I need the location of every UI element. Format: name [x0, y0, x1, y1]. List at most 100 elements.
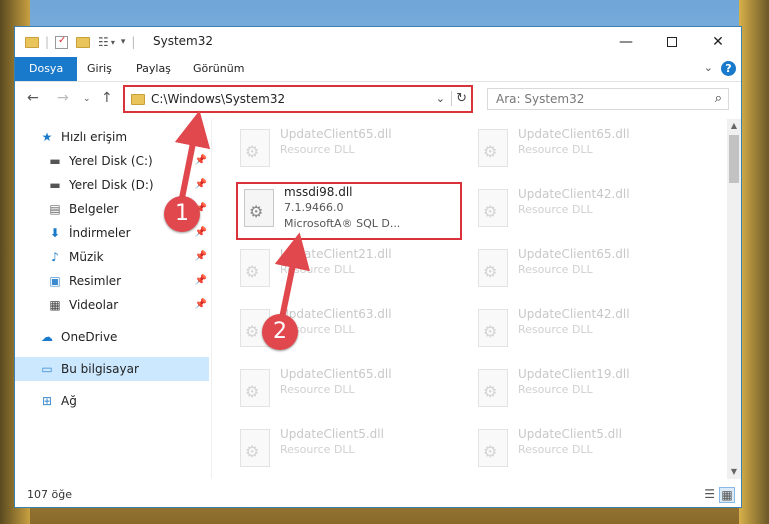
- close-button[interactable]: ✕: [695, 27, 741, 57]
- file-name: UpdateClient63.dll: [280, 307, 392, 321]
- tiles-view-icon[interactable]: ▦: [719, 487, 735, 503]
- scroll-thumb[interactable]: [729, 135, 739, 183]
- network-icon: ⊞: [41, 394, 53, 408]
- folder-icon: [25, 36, 39, 48]
- ribbon: Dosya Giriş Paylaş Görünüm ⌄ ?: [15, 57, 741, 82]
- star-icon: ★: [41, 130, 53, 144]
- pin-icon[interactable]: 📌: [195, 173, 207, 197]
- sidebar-item-pictures[interactable]: ▣ Resimler 📌: [47, 269, 211, 293]
- sidebar-item-drive-d[interactable]: ▬ Yerel Disk (D:) 📌: [47, 173, 211, 197]
- qat-menu-icon[interactable]: ▾: [121, 37, 126, 47]
- vertical-scrollbar[interactable]: ▲ ▼: [727, 119, 741, 479]
- file-tile[interactable]: ⚙ UpdateClient21.dll Resource DLL: [232, 241, 452, 297]
- address-bar[interactable]: C:\Windows\System32 ⌄ ↻: [123, 85, 473, 113]
- back-button[interactable]: ←: [27, 90, 39, 106]
- file-tile[interactable]: ⚙ UpdateClient65.dll Resource DLL: [470, 121, 690, 177]
- explorer-window: | ✓ ☷ ▾ ▾ | System32 — ✕ Dosya Giriş Pay…: [14, 26, 742, 508]
- file-name: UpdateClient65.dll: [518, 127, 630, 141]
- file-tile[interactable]: ⚙ UpdateClient65.dll Resource DLL: [232, 361, 452, 417]
- computer-icon: ▭: [41, 362, 53, 376]
- document-icon: ▤: [49, 202, 61, 216]
- scroll-down-icon[interactable]: ▼: [727, 465, 741, 479]
- window-title: System32: [153, 34, 214, 48]
- file-tile[interactable]: ⚙ UpdateClient19.dll Resource DLL: [470, 361, 690, 417]
- ribbon-expand-icon[interactable]: ⌄: [704, 61, 713, 74]
- pin-icon[interactable]: 📌: [195, 149, 207, 173]
- forward-button[interactable]: →: [57, 90, 69, 106]
- tab-share[interactable]: Paylaş: [136, 57, 171, 81]
- picture-icon: ▣: [49, 274, 61, 288]
- separator: |: [131, 35, 136, 49]
- file-desc: Resource DLL: [280, 443, 355, 456]
- navigation-pane: ★ Hızlı erişim ▬ Yerel Disk (C:) 📌 ▬ Yer…: [15, 119, 211, 479]
- separator: |: [45, 35, 50, 49]
- help-icon[interactable]: ?: [721, 61, 736, 76]
- sidebar-item-label: Müzik: [69, 250, 104, 264]
- sidebar-item-label: Ağ: [61, 394, 77, 408]
- file-desc: Resource DLL: [518, 383, 593, 396]
- download-icon: ⬇: [49, 226, 61, 240]
- sidebar-item-network[interactable]: ⊞ Ağ: [39, 389, 77, 413]
- dll-file-icon: ⚙: [478, 249, 508, 287]
- drive-icon: ▬: [49, 154, 61, 168]
- file-tile[interactable]: ⚙ UpdateClient42.dll Resource DLL: [470, 181, 690, 237]
- sidebar-item-quick-access[interactable]: ★ Hızlı erişim: [39, 125, 127, 149]
- drive-icon: ▬: [49, 178, 61, 192]
- dll-file-icon: ⚙: [478, 369, 508, 407]
- minimize-button[interactable]: —: [603, 27, 649, 57]
- file-desc: Resource DLL: [518, 443, 593, 456]
- tab-file[interactable]: Dosya: [15, 57, 78, 81]
- customize-icon[interactable]: ☷: [98, 35, 109, 49]
- file-desc: Resource DLL: [280, 263, 355, 276]
- video-icon: ▦: [49, 298, 61, 312]
- file-tile[interactable]: ⚙ UpdateClient65.dll Resource DLL: [470, 241, 690, 297]
- maximize-button[interactable]: [649, 27, 695, 57]
- file-tile[interactable]: ⚙ UpdateClient42.dll Resource DLL: [470, 301, 690, 357]
- sidebar-item-music[interactable]: ♪ Müzik 📌: [47, 245, 211, 269]
- new-folder-icon[interactable]: [76, 36, 91, 48]
- callout-1: 1: [164, 196, 200, 232]
- dll-file-icon: ⚙: [240, 249, 270, 287]
- folder-icon: [131, 94, 145, 105]
- file-list: ⚙ UpdateClient65.dll Resource DLL ⚙ mssd…: [212, 119, 728, 479]
- dll-file-icon: ⚙: [478, 129, 508, 167]
- status-bar: 107 öğe ☰ ▦: [15, 483, 741, 507]
- sidebar-item-this-pc[interactable]: ▭ Bu bilgisayar: [15, 357, 209, 381]
- file-tile[interactable]: ⚙ UpdateClient65.dll Resource DLL: [232, 121, 452, 177]
- refresh-icon[interactable]: ↻: [451, 91, 467, 106]
- sidebar-item-label: Yerel Disk (C:): [69, 154, 153, 168]
- cloud-icon: ☁: [41, 330, 53, 344]
- file-desc: Resource DLL: [280, 383, 355, 396]
- file-tile[interactable]: ⚙ UpdateClient5.dll Resource DLL: [232, 421, 452, 477]
- sidebar-item-label: Yerel Disk (D:): [69, 178, 154, 192]
- sidebar-item-label: Videolar: [69, 298, 119, 312]
- wallpaper-right: [739, 0, 769, 524]
- search-input[interactable]: Ara: System32 ⌕: [487, 88, 729, 110]
- scroll-up-icon[interactable]: ▲: [727, 119, 741, 133]
- dll-file-icon: ⚙: [240, 129, 270, 167]
- tab-view[interactable]: Görünüm: [193, 57, 244, 81]
- recent-locations-icon[interactable]: ⌄: [83, 94, 91, 104]
- file-name: UpdateClient21.dll: [280, 247, 392, 261]
- address-dropdown-icon[interactable]: ⌄: [436, 92, 445, 105]
- sidebar-item-videos[interactable]: ▦ Videolar 📌: [47, 293, 211, 317]
- properties-icon[interactable]: ✓: [55, 35, 69, 49]
- sidebar-item-drive-c[interactable]: ▬ Yerel Disk (C:) 📌: [47, 149, 211, 173]
- music-icon: ♪: [51, 250, 59, 264]
- dll-file-icon: ⚙: [478, 309, 508, 347]
- details-view-icon[interactable]: ☰: [704, 487, 715, 501]
- file-tile[interactable]: ⚙ UpdateClient5.dll Resource DLL: [470, 421, 690, 477]
- sidebar-item-label: Bu bilgisayar: [61, 362, 139, 376]
- sidebar-item-label: Hızlı erişim: [61, 130, 128, 144]
- pin-icon[interactable]: 📌: [195, 293, 207, 317]
- sidebar-item-onedrive[interactable]: ☁ OneDrive: [39, 325, 117, 349]
- up-button[interactable]: ↑: [101, 90, 113, 106]
- search-icon: ⌕: [714, 91, 722, 106]
- tab-home[interactable]: Giriş: [87, 57, 112, 81]
- pin-icon[interactable]: 📌: [195, 269, 207, 293]
- pin-icon[interactable]: 📌: [195, 245, 207, 269]
- file-name: UpdateClient42.dll: [518, 307, 630, 321]
- file-name: UpdateClient65.dll: [280, 367, 392, 381]
- dropdown-arrow-icon[interactable]: ▾: [111, 38, 115, 47]
- file-desc: Resource DLL: [518, 143, 593, 156]
